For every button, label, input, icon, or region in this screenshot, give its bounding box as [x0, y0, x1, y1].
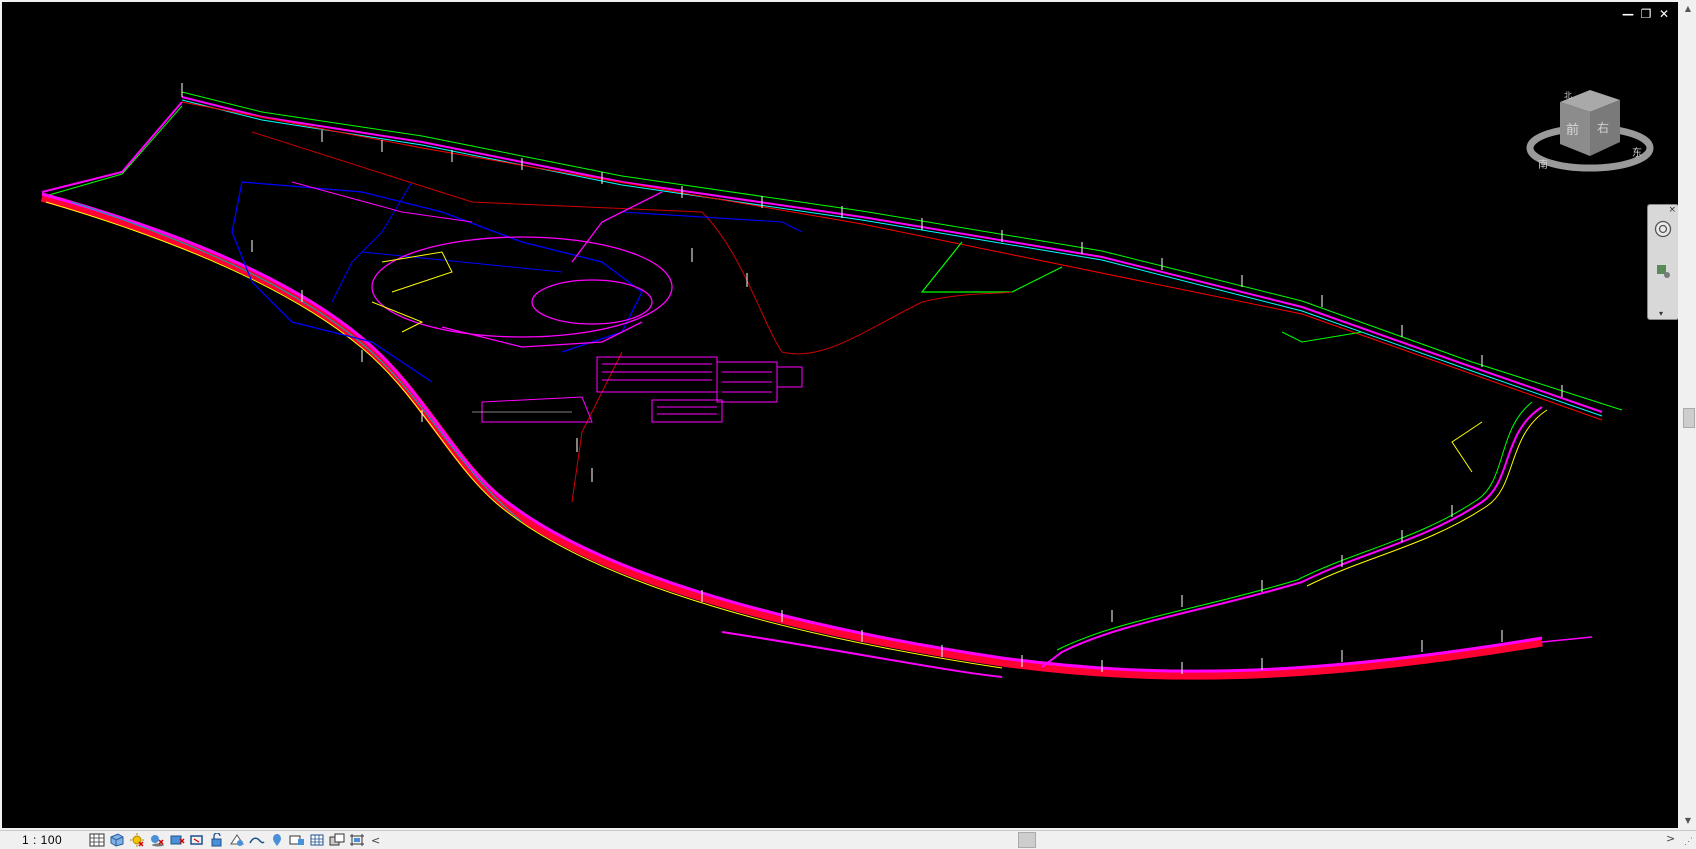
sun-path-icon[interactable] [128, 833, 145, 848]
steering-wheel-icon[interactable] [1653, 219, 1673, 239]
pipe-network-model[interactable] [2, 2, 1678, 828]
navbar-close-button[interactable]: × [1668, 205, 1676, 215]
view-control-bar: 1 : 100 < [0, 830, 1696, 849]
navbar-dropdown-icon[interactable]: ▾ [1659, 309, 1663, 318]
restore-button[interactable]: ❐ [1640, 8, 1652, 20]
scroll-down-icon[interactable]: ▼ [1683, 816, 1693, 826]
scroll-up-icon[interactable]: ▲ [1683, 4, 1693, 14]
visual-style-icon[interactable] [108, 833, 125, 848]
detail-level-icon[interactable] [88, 833, 105, 848]
viewcube-ring-right-label: 东 [1632, 146, 1642, 159]
vertical-scroll-thumb[interactable] [1683, 408, 1695, 428]
reveal-hidden-icon[interactable] [248, 833, 265, 848]
analysis-icon[interactable] [268, 833, 285, 848]
3d-viewport[interactable]: — ❐ ✕ 前 右 南 东 北 × ▾ [2, 2, 1678, 828]
design-options-icon[interactable] [348, 833, 365, 848]
zoom-region-icon[interactable] [1653, 261, 1673, 281]
vertical-scrollbar[interactable]: ▲ ▼ [1680, 2, 1696, 828]
window-controls: — ❐ ✕ [1622, 8, 1670, 22]
worksharing-icon[interactable] [328, 833, 345, 848]
scroll-left-icon[interactable]: < [371, 834, 380, 847]
viewcube[interactable]: 前 右 南 东 北 [1524, 84, 1656, 184]
temporary-hide-icon[interactable] [228, 833, 245, 848]
viewcube-right-label: 右 [1597, 120, 1609, 135]
view-tools [88, 833, 365, 848]
unlock-3d-icon[interactable] [208, 833, 225, 848]
viewcube-front-label: 前 [1566, 122, 1579, 138]
highlight-icon[interactable] [288, 833, 305, 848]
display-constraints-icon[interactable] [308, 833, 325, 848]
view-scale[interactable]: 1 : 100 [0, 833, 88, 847]
close-button[interactable]: ✕ [1658, 8, 1670, 20]
viewcube-ring-left-label: 南 [1538, 158, 1548, 171]
crop-view-icon[interactable] [168, 833, 185, 848]
scroll-right-icon[interactable]: > [1666, 832, 1675, 845]
shadows-icon[interactable] [148, 833, 165, 848]
navigation-bar[interactable]: × ▾ [1647, 204, 1678, 320]
minimize-button[interactable]: — [1622, 8, 1634, 20]
show-crop-icon[interactable] [188, 833, 205, 848]
viewcube-ring-top-label: 北 [1564, 91, 1572, 100]
resize-grip-icon[interactable]: ⋰ [1684, 836, 1693, 847]
horizontal-scroll-thumb[interactable] [1018, 832, 1036, 848]
